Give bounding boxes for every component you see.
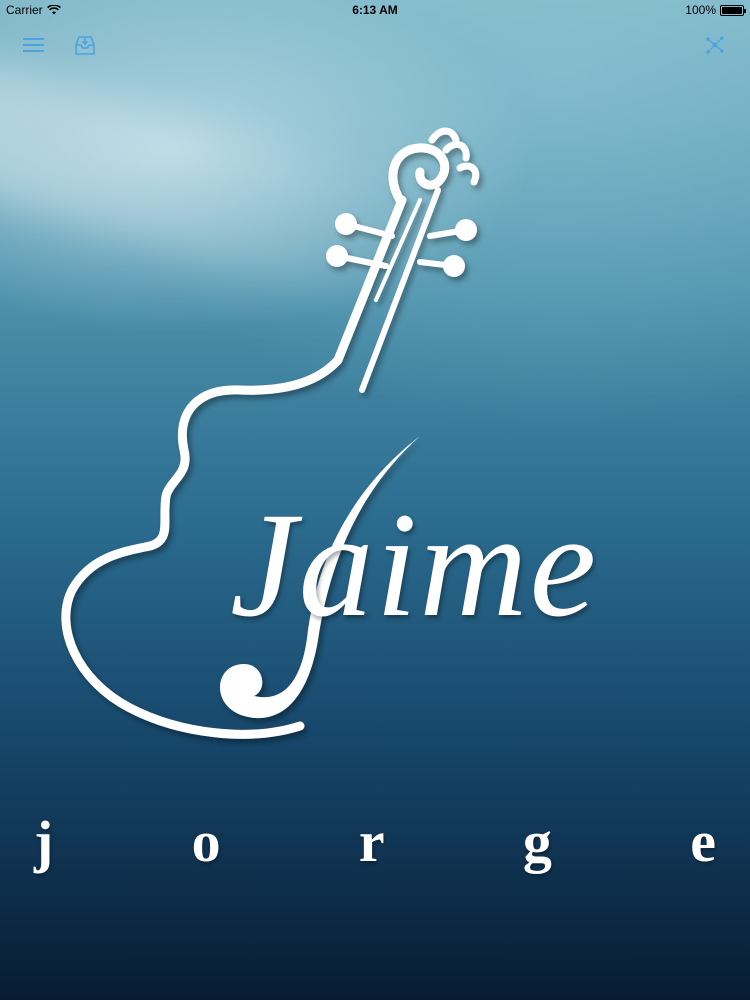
surname-letter: o bbox=[191, 809, 221, 874]
menu-icon bbox=[23, 38, 44, 52]
network-button[interactable] bbox=[700, 30, 730, 60]
first-name-text: Jaime bbox=[230, 482, 599, 648]
battery-fill bbox=[722, 6, 742, 14]
surname-letter: g bbox=[522, 809, 552, 874]
surname-text: j o r g e bbox=[20, 808, 730, 875]
battery-percent: 100% bbox=[685, 3, 716, 17]
surname-letter: e bbox=[690, 809, 716, 874]
status-time: 6:13 AM bbox=[352, 3, 398, 17]
menu-button[interactable] bbox=[19, 30, 49, 60]
status-battery: 100% bbox=[685, 3, 746, 17]
nav-bar bbox=[0, 20, 750, 70]
surname-letter: j bbox=[34, 809, 54, 874]
inbox-icon bbox=[75, 36, 95, 55]
status-bar: Carrier 6:13 AM 100% bbox=[0, 0, 750, 20]
battery-icon bbox=[720, 4, 746, 16]
surname-letter: r bbox=[358, 809, 385, 874]
violin-logo bbox=[61, 127, 480, 739]
network-icon bbox=[706, 36, 724, 54]
inbox-button[interactable] bbox=[70, 30, 100, 60]
